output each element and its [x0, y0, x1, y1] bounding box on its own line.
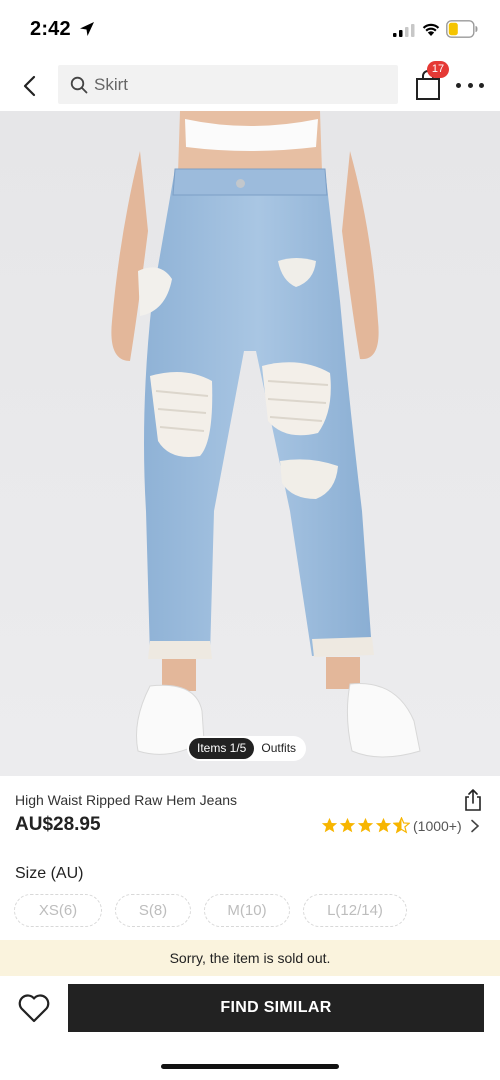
product-price: AU$28.95: [15, 814, 101, 835]
product-title: High Waist Ripped Raw Hem Jeans: [15, 792, 238, 808]
status-bar: 2:42: [0, 0, 500, 60]
size-option-xs[interactable]: XS(6): [14, 894, 102, 927]
home-indicator: [161, 1064, 339, 1069]
product-image[interactable]: [0, 111, 500, 776]
star-full-icon: [321, 817, 338, 833]
heart-icon[interactable]: [16, 990, 52, 1026]
battery-icon: [446, 20, 478, 38]
back-icon: [23, 75, 36, 97]
star-half-icon: [393, 817, 410, 834]
size-label: Size (AU): [15, 865, 84, 882]
image-view-toggle: Items 1/5 Outfits: [187, 736, 307, 761]
chevron-right-icon: [470, 819, 479, 832]
search-icon: [70, 76, 88, 93]
more-icon[interactable]: [456, 74, 484, 96]
back-button[interactable]: [14, 70, 46, 102]
size-option-m[interactable]: M(10): [204, 894, 290, 927]
rating-count: (1000+): [413, 817, 462, 834]
star-full-icon: [357, 817, 374, 833]
sold-out-banner: Sorry, the item is sold out.: [0, 940, 500, 976]
toggle-outfits-tab[interactable]: Outfits: [254, 738, 304, 759]
search-query: Skirt: [94, 74, 128, 94]
size-option-s[interactable]: S(8): [115, 894, 191, 927]
star-rating: [321, 817, 411, 834]
toggle-items-tab[interactable]: Items 1/5: [189, 738, 255, 759]
signal-icon: [393, 24, 415, 37]
size-option-l[interactable]: L(12/14): [303, 894, 407, 927]
location-arrow-icon: [80, 22, 94, 36]
cart-count-badge: 17: [427, 61, 449, 78]
rating-summary[interactable]: (1000+): [321, 817, 480, 834]
share-icon[interactable]: [463, 789, 483, 811]
nav-bar: Skirt 17: [0, 60, 500, 110]
star-full-icon: [339, 817, 356, 833]
search-input[interactable]: Skirt: [58, 65, 398, 104]
wifi-icon: [422, 23, 440, 36]
find-similar-button[interactable]: FIND SIMILAR: [68, 984, 484, 1032]
jeans-photo: [0, 111, 500, 776]
size-options: XS(6) S(8) M(10) L(12/14): [14, 894, 420, 927]
status-time: 2:42: [30, 18, 71, 40]
star-full-icon: [375, 817, 392, 833]
